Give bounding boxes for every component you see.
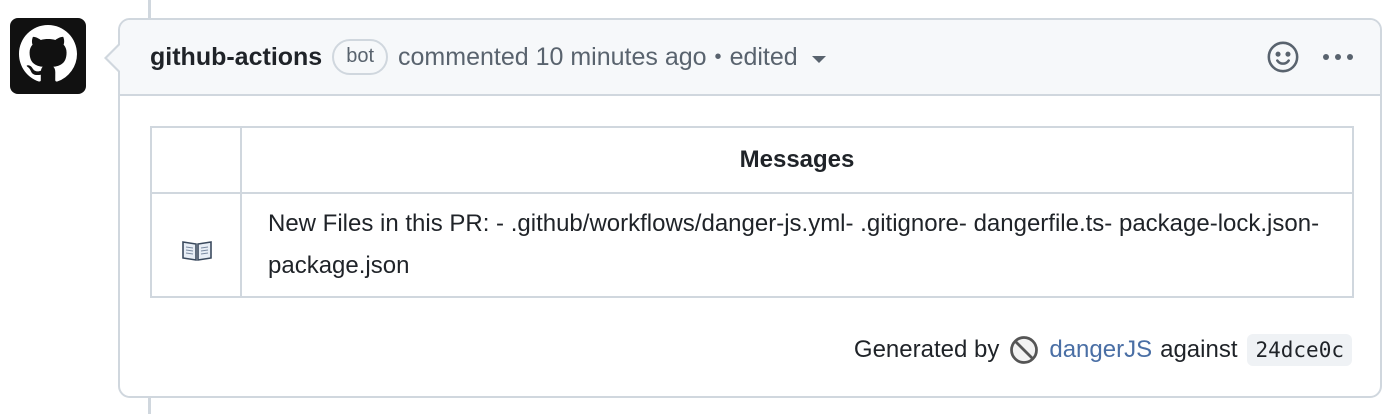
comment-box: github-actions bot commented 10 minutes …: [104, 18, 1382, 398]
no-entry-icon: [1009, 335, 1039, 365]
generated-by-label: Generated by: [853, 336, 1000, 363]
author-name[interactable]: github-actions: [150, 43, 322, 72]
table-row-message: New Files in this PR: - .github/workflow…: [240, 192, 1354, 298]
comment-pointer-fill: [107, 44, 121, 72]
github-octocat-icon: [19, 24, 77, 88]
open-book-icon: [181, 234, 212, 261]
commit-sha-link[interactable]: 24dce0c: [1247, 334, 1352, 366]
edited-label[interactable]: edited: [730, 43, 798, 72]
table-header-row: Messages: [150, 126, 1354, 194]
author-avatar[interactable]: [10, 18, 86, 94]
table-header-icon-cell: [150, 126, 242, 194]
kebab-horizontal-icon[interactable]: [1322, 52, 1354, 62]
table-row: New Files in this PR: - .github/workflow…: [150, 192, 1354, 298]
separator-dot: •: [714, 45, 722, 68]
messages-table: Messages New Files in this PR: - .github…: [150, 126, 1354, 298]
comment-body: Messages New Files in this PR: - .github…: [120, 96, 1380, 298]
table-header-messages: Messages: [240, 126, 1354, 194]
bot-badge: bot: [332, 39, 389, 75]
comment-footer: Generated by dangerJS against 24dce0c: [854, 334, 1352, 366]
chevron-down-icon[interactable]: [811, 55, 826, 63]
comment-timestamp[interactable]: commented 10 minutes ago: [398, 43, 707, 72]
dangerjs-link[interactable]: dangerJS: [1049, 336, 1152, 364]
smiley-icon[interactable]: [1266, 40, 1300, 74]
against-label: against: [1160, 336, 1238, 363]
table-row-icon-cell: [150, 192, 242, 298]
comment-header: github-actions bot commented 10 minutes …: [120, 20, 1380, 96]
